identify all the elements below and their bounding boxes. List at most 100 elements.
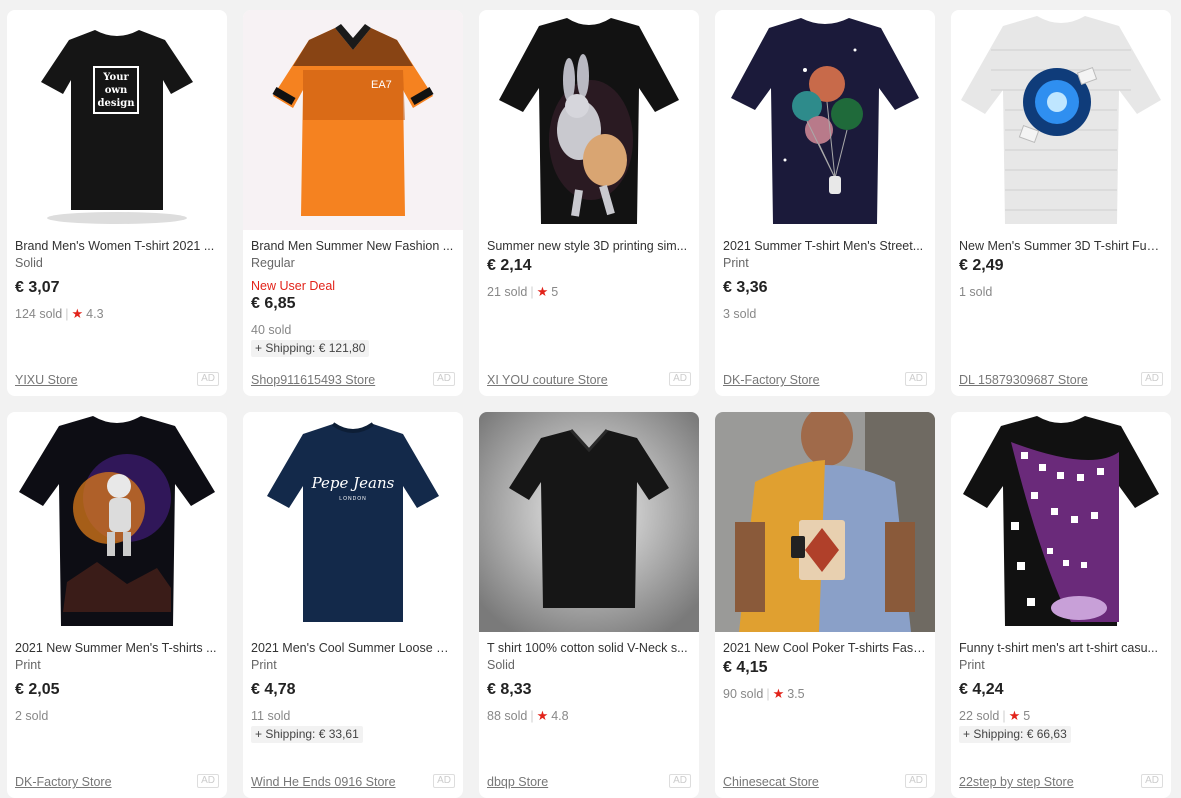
shipping-fee: + Shipping: € 121,80 — [251, 340, 370, 357]
sales-meta: 2 sold — [15, 708, 219, 724]
sales-meta: 90 sold | ★ 3.5 — [723, 686, 805, 701]
product-title[interactable]: 2021 Men's Cool Summer Loose M... — [251, 640, 455, 657]
sold-count: 21 sold — [487, 285, 528, 299]
product-image[interactable] — [715, 10, 935, 230]
product-price: € 4,24 — [959, 681, 1004, 698]
store-link[interactable]: DK-Factory Store — [723, 372, 820, 388]
product-price: € 3,07 — [15, 279, 60, 296]
product-price: € 2,05 — [15, 681, 60, 698]
sales-meta: 22 sold | ★ 5 — [959, 708, 1031, 723]
tshirt-icon: Your own design — [7, 10, 227, 230]
sold-count: 88 sold — [487, 709, 528, 723]
product-price: € 2,14 — [487, 257, 532, 274]
product-title[interactable]: 2021 New Summer Men's T-shirts ... — [15, 640, 219, 657]
product-price: € 3,36 — [723, 279, 768, 296]
sales-meta: 88 sold | ★ 4.8 — [487, 708, 569, 723]
product-title[interactable]: T shirt 100% cotton solid V-Neck s... — [487, 640, 691, 657]
product-title[interactable]: Brand Men Summer New Fashion ... — [251, 238, 455, 255]
store-link[interactable]: DL 15879309687 Store — [959, 372, 1088, 388]
ad-badge: AD — [433, 774, 455, 788]
sales-meta: 21 sold | ★ 5 — [487, 284, 559, 299]
product-price: € 4,15 — [723, 659, 768, 676]
rating-value: 4.8 — [551, 709, 569, 723]
star-icon: ★ — [536, 708, 549, 723]
product-title[interactable]: 2021 Summer T-shirt Men's Street... — [723, 238, 927, 255]
product-variant: Print — [251, 658, 277, 672]
product-card[interactable]: 2021 Summer T-shirt Men's Street... Prin… — [715, 10, 935, 396]
sales-meta: 124 sold | ★ 4.3 — [15, 306, 104, 321]
tshirt-icon — [951, 412, 1171, 632]
sold-count: 124 sold — [15, 307, 63, 321]
sold-count: 90 sold — [723, 687, 764, 701]
product-price: € 8,33 — [487, 681, 532, 698]
tshirt-icon — [715, 10, 935, 230]
product-image[interactable] — [951, 412, 1171, 632]
rating-value: 4.3 — [86, 307, 104, 321]
product-variant: Print — [959, 658, 985, 672]
product-card[interactable]: T shirt 100% cotton solid V-Neck s... So… — [479, 412, 699, 798]
sold-count: 11 sold — [251, 709, 291, 723]
tshirt-icon: Pepe Jeans LONDON — [243, 412, 463, 632]
product-image[interactable]: EA7 — [243, 10, 463, 230]
ad-badge: AD — [905, 372, 927, 386]
product-variant: Print — [723, 256, 749, 270]
store-link[interactable]: YIXU Store — [15, 372, 78, 388]
product-price: € 6,85 — [251, 295, 296, 312]
sales-meta: 11 sold — [251, 708, 455, 724]
product-image[interactable] — [715, 412, 935, 632]
ad-badge: AD — [1141, 372, 1163, 386]
product-card[interactable]: 2021 New Summer Men's T-shirts ... Print… — [7, 412, 227, 798]
new-user-deal-label: New User Deal — [251, 279, 336, 293]
star-icon: ★ — [1008, 708, 1021, 723]
tshirt-icon — [7, 412, 227, 632]
product-variant: Print — [15, 658, 41, 672]
rating-value: 5 — [551, 285, 559, 299]
print-line: Your — [102, 72, 129, 83]
product-title[interactable]: 2021 New Cool Poker T-shirts Fash... — [723, 640, 927, 657]
sales-meta: 40 sold — [251, 322, 455, 338]
product-title[interactable]: Summer new style 3D printing sim... — [487, 238, 691, 255]
rating-value: 5 — [1023, 709, 1031, 723]
sold-count: 22 sold — [959, 709, 1000, 723]
product-price: € 2,49 — [959, 257, 1004, 274]
product-card[interactable]: 2021 New Cool Poker T-shirts Fash... € 4… — [715, 412, 935, 798]
product-image[interactable]: Pepe Jeans LONDON — [243, 412, 463, 632]
product-image[interactable] — [479, 412, 699, 632]
product-card[interactable]: New Men's Summer 3D T-shirt Fun... € 2,4… — [951, 10, 1171, 396]
product-image[interactable] — [479, 10, 699, 230]
product-title[interactable]: Funny t-shirt men's art t-shirt casu... — [959, 640, 1163, 657]
product-card[interactable]: Your own design Brand Men's Women T-shir… — [7, 10, 227, 396]
sold-count: 2 sold — [15, 709, 49, 723]
star-icon: ★ — [71, 306, 84, 321]
print-line: design — [97, 98, 135, 109]
product-title[interactable]: Brand Men's Women T-shirt 2021 ... — [15, 238, 219, 255]
shipping-fee: + Shipping: € 33,61 — [251, 726, 363, 743]
product-card[interactable]: Funny t-shirt men's art t-shirt casu... … — [951, 412, 1171, 798]
sold-count: 1 sold — [959, 285, 993, 299]
ad-badge: AD — [669, 372, 691, 386]
store-link[interactable]: Shop911615493 Store — [251, 372, 375, 388]
print-logo: Pepe Jeans — [311, 474, 395, 492]
product-image[interactable] — [7, 412, 227, 632]
shipping-fee: + Shipping: € 66,63 — [959, 726, 1071, 743]
sales-meta: 3 sold — [723, 306, 927, 322]
tshirt-icon — [951, 10, 1171, 230]
product-variant: Solid — [15, 256, 43, 270]
rating-value: 3.5 — [787, 687, 805, 701]
product-image[interactable] — [951, 10, 1171, 230]
product-image[interactable]: Your own design — [7, 10, 227, 230]
product-card[interactable]: EA7 Brand Men Summer New Fashion ... Reg… — [243, 10, 463, 396]
product-title[interactable]: New Men's Summer 3D T-shirt Fun... — [959, 238, 1163, 255]
ad-badge: AD — [433, 372, 455, 386]
product-card[interactable]: Summer new style 3D printing sim... € 2,… — [479, 10, 699, 396]
ad-badge: AD — [1141, 774, 1163, 788]
product-variant: Regular — [251, 256, 295, 270]
product-grid: Your own design Brand Men's Women T-shir… — [0, 0, 1181, 798]
ad-badge: AD — [197, 774, 219, 788]
tshirt-icon — [479, 10, 699, 230]
product-price: € 4,78 — [251, 681, 296, 698]
store-link[interactable]: XI YOU couture Store — [487, 372, 608, 388]
star-icon: ★ — [536, 284, 549, 299]
product-card[interactable]: Pepe Jeans LONDON 2021 Men's Cool Summer… — [243, 412, 463, 798]
print-logo: EA7 — [371, 79, 392, 91]
